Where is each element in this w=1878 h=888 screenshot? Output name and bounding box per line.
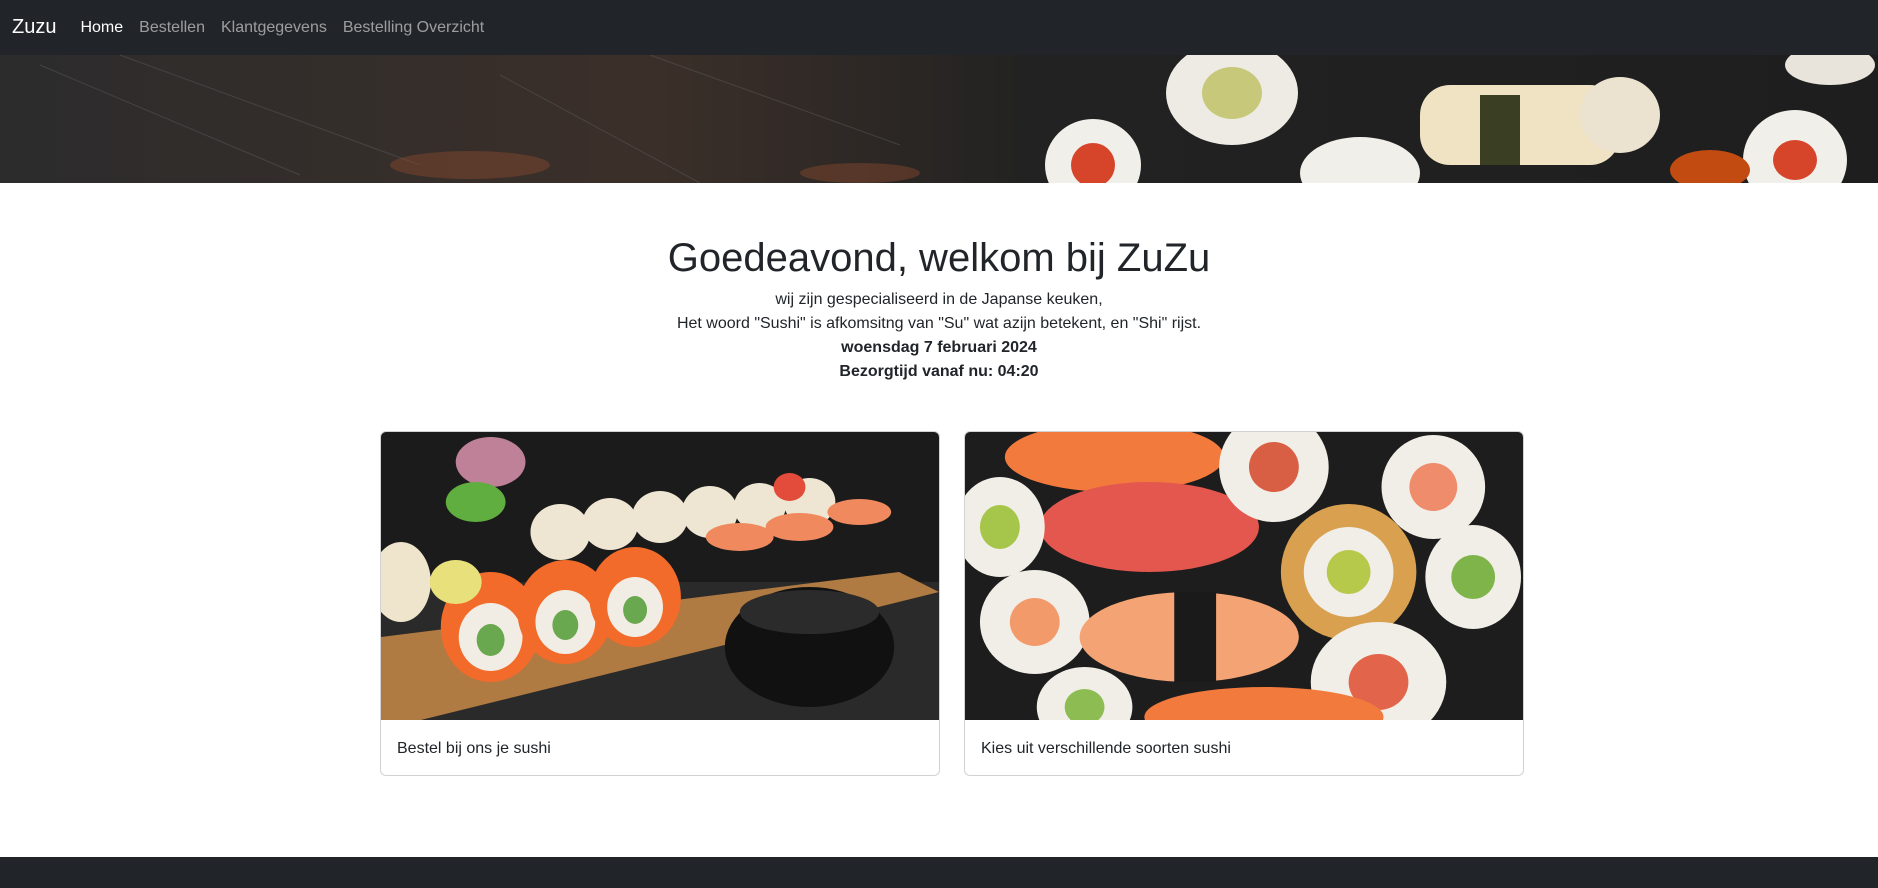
sushi-assortment-image	[965, 432, 1523, 720]
card-text: Kies uit verschillende soorten sushi	[981, 739, 1231, 757]
hero-banner-image	[0, 55, 1878, 183]
card-order-sushi: Bestel bij ons je sushi	[380, 431, 940, 776]
brand-logo[interactable]: Zuzu	[12, 16, 56, 39]
welcome-title: Goedeavond, welkom bij ZuZu	[667, 236, 1211, 280]
card-sushi-varieties: Kies uit verschillende soorten sushi	[964, 431, 1524, 776]
nav-link-bestelling-overzicht[interactable]: Bestelling Overzicht	[343, 19, 484, 37]
nav-link-bestellen[interactable]: Bestellen	[139, 19, 205, 37]
welcome-section: Goedeavond, welkom bij ZuZu wij zijn ges…	[0, 228, 1878, 384]
card-text: Bestel bij ons je sushi	[397, 739, 551, 757]
nav-link-home[interactable]: Home	[80, 19, 123, 37]
delivery-time: Bezorgtijd vanaf nu: 04:20	[839, 363, 1039, 380]
nav-link-klantgegevens[interactable]: Klantgegevens	[221, 19, 327, 37]
intro-line-1: wij zijn gespecialiseerd in de Japanse k…	[775, 291, 1103, 308]
current-date: woensdag 7 februari 2024	[841, 339, 1037, 356]
top-navbar: Zuzu Home Bestellen Klantgegevens Bestel…	[0, 0, 1878, 55]
page-footer	[0, 857, 1878, 888]
intro-line-2: Het woord "Sushi" is afkomsitng van "Su"…	[676, 315, 1202, 332]
sushi-platter-image	[381, 432, 939, 720]
